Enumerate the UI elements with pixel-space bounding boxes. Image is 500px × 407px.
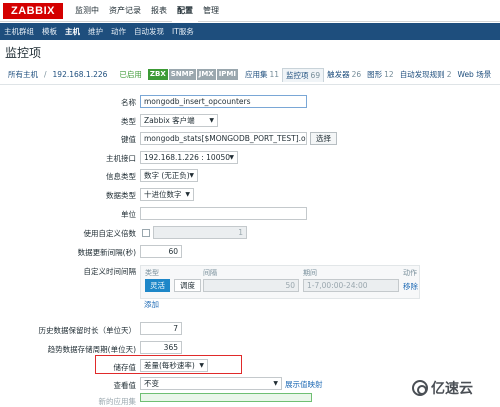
menu-reports[interactable]: 报表 — [146, 0, 172, 22]
menu-configuration[interactable]: 配置 — [172, 0, 198, 22]
key-label: 键值 — [121, 135, 136, 144]
multiplier-label: 使用自定义倍数 — [83, 229, 137, 238]
tab-applications-count: 11 — [269, 70, 280, 79]
tab-web-label: Web 场景 — [457, 70, 492, 79]
type-select-value: Zabbix 客户端 — [144, 116, 195, 125]
breadcrumb-all-hosts[interactable]: 所有主机 — [0, 69, 41, 80]
custom-intervals-table: 类型 间隔 期间 动作 灵活 调度 50 1-7,00:00-24:00 移除 — [140, 265, 420, 299]
history-input[interactable]: 7 — [140, 322, 182, 335]
interval-label: 数据更新间隔(秒) — [77, 248, 136, 257]
menu-monitoring[interactable]: 监测中 — [70, 0, 104, 22]
chevron-down-icon: ▼ — [185, 191, 190, 198]
host-tabs: 所有主机 / 192.168.1.226 已启用 ZBX SNMP JMX IP… — [0, 66, 500, 83]
custom-add-link[interactable]: 添加 — [144, 299, 159, 310]
show-value-mappings-link[interactable]: 展示值映射 — [285, 379, 323, 390]
tab-discovery-rules[interactable]: 自动发现规则 2 — [397, 69, 455, 80]
tab-triggers-count: 26 — [351, 70, 362, 79]
custom-header-type: 类型 — [145, 269, 159, 277]
menu-administration[interactable]: 管理 — [198, 0, 224, 22]
custom-interval-input[interactable]: 50 — [203, 279, 299, 292]
interval-input[interactable]: 60 — [140, 245, 182, 258]
info-type-select[interactable]: 数字 (无正负) ▼ — [140, 169, 198, 182]
badge-zbx: ZBX — [147, 69, 168, 80]
tab-items-count: 69 — [310, 70, 321, 80]
chevron-down-icon: ▼ — [189, 172, 194, 179]
tab-triggers[interactable]: 触发器 26 — [324, 69, 364, 80]
custom-remove-link[interactable]: 移除 — [403, 281, 418, 292]
interface-label: 主机接口 — [106, 154, 136, 163]
data-type-label: 数据类型 — [106, 191, 136, 200]
new-application-input[interactable] — [140, 393, 312, 402]
data-type-select-value: 十进位数字 — [144, 190, 182, 199]
tab-discovery-label: 自动发现规则 — [399, 70, 445, 79]
top-menu: 监测中 资产记录 报表 配置 管理 — [70, 0, 224, 22]
key-select-button[interactable]: 选择 — [310, 132, 337, 145]
zabbix-logo[interactable]: ZABBIX — [3, 3, 63, 19]
annotation-highlight-box — [95, 355, 242, 374]
tab-graphs-count: 12 — [384, 70, 394, 79]
unit-label: 单位 — [121, 210, 136, 219]
breadcrumb-host[interactable]: 192.168.1.226 — [50, 70, 111, 79]
badge-jmx: JMX — [196, 69, 216, 80]
chevron-down-icon: ▼ — [229, 154, 234, 161]
sub-menu: 主机群组 模板 主机 维护 动作 自动发现 IT服务 — [0, 23, 500, 40]
unit-input[interactable] — [140, 207, 307, 220]
watermark: 亿速云 — [412, 378, 473, 398]
interface-select-value: 192.168.1.226 : 10050 — [144, 153, 231, 162]
watermark-logo-icon — [412, 380, 428, 396]
tab-applications[interactable]: 应用集 11 — [242, 69, 282, 80]
tab-graphs[interactable]: 图形 12 — [364, 69, 397, 80]
multiplier-checkbox[interactable] — [142, 229, 150, 237]
key-input[interactable]: mongodb_stats[$MONGODB_PORT_TEST].op — [140, 132, 307, 145]
history-label: 历史数据保留时长（单位天） — [38, 326, 137, 335]
tab-items[interactable]: 监控项 69 — [282, 67, 325, 82]
custom-period-input[interactable]: 1-7,00:00-24:00 — [303, 279, 399, 292]
submenu-actions[interactable]: 动作 — [107, 23, 130, 40]
chevron-down-icon: ▼ — [209, 117, 214, 124]
tabs-divider — [0, 84, 500, 85]
tab-applications-label: 应用集 — [245, 70, 268, 79]
trends-label: 趋势数据存储周期(单位天) — [47, 345, 136, 354]
type-label: 类型 — [121, 117, 136, 126]
name-label: 名称 — [121, 98, 136, 107]
name-input[interactable]: mongodb_insert_opcounters — [140, 95, 307, 108]
tab-items-label: 监控项 — [286, 70, 309, 80]
submenu-host-groups[interactable]: 主机群组 — [0, 23, 38, 40]
tab-triggers-label: 触发器 — [327, 70, 350, 79]
show-value-select-value: 不变 — [144, 379, 159, 388]
watermark-text: 亿速云 — [431, 381, 473, 397]
menu-inventory[interactable]: 资产记录 — [104, 0, 146, 22]
custom-header-period: 期间 — [303, 269, 317, 277]
submenu-hosts[interactable]: 主机 — [61, 23, 84, 40]
info-type-select-value: 数字 (无正负) — [144, 171, 190, 180]
breadcrumb-sep: / — [44, 70, 47, 79]
custom-type-flexible[interactable]: 灵活 — [145, 279, 170, 292]
tab-web-scenarios[interactable]: Web 场景 — [454, 69, 494, 80]
page-title: 监控项 — [5, 46, 42, 60]
type-select[interactable]: Zabbix 客户端 ▼ — [140, 114, 218, 127]
submenu-maintenance[interactable]: 维护 — [84, 23, 107, 40]
info-type-label: 信息类型 — [106, 172, 136, 181]
show-value-select[interactable]: 不变 ▼ — [140, 377, 282, 390]
badge-ipmi: IPMI — [216, 69, 238, 80]
multiplier-input[interactable]: 1 — [153, 226, 247, 239]
custom-header-interval: 间隔 — [203, 269, 217, 277]
show-value-label: 查看值 — [113, 381, 137, 390]
tab-discovery-count: 2 — [446, 70, 452, 79]
data-type-select[interactable]: 十进位数字 ▼ — [140, 188, 194, 201]
submenu-discovery[interactable]: 自动发现 — [130, 23, 168, 40]
badge-snmp: SNMP — [168, 69, 196, 80]
tab-graphs-label: 图形 — [367, 70, 383, 79]
availability-badges: ZBX SNMP JMX IPMI — [145, 69, 242, 80]
submenu-templates[interactable]: 模板 — [38, 23, 61, 40]
custom-header-action: 动作 — [403, 269, 417, 277]
top-bar: ZABBIX 监测中 资产记录 报表 配置 管理 — [0, 0, 500, 22]
status-enabled[interactable]: 已启用 — [116, 69, 145, 80]
custom-type-scheduling[interactable]: 调度 — [174, 279, 201, 292]
submenu-it-services[interactable]: IT服务 — [168, 23, 198, 40]
custom-intervals-label: 自定义时间间隔 — [83, 267, 137, 276]
interface-select[interactable]: 192.168.1.226 : 10050 ▼ — [140, 151, 238, 164]
trends-input[interactable]: 365 — [140, 341, 182, 354]
chevron-down-icon: ▼ — [273, 380, 278, 387]
